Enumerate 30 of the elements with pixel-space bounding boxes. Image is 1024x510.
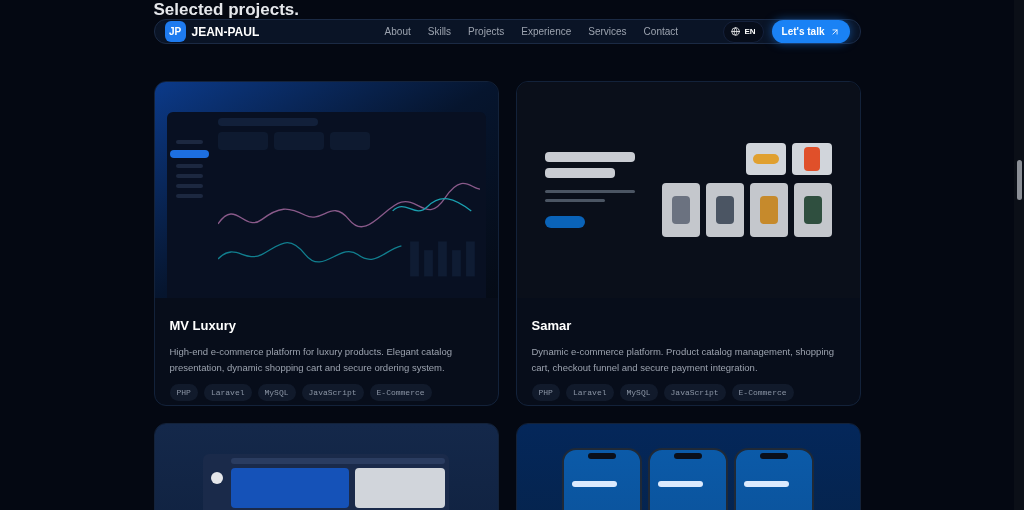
tech-tag: E-Commerce (731, 383, 794, 401)
project-description: High-end e-commerce platform for luxury products. Elegant catalog presentation, dynamic shopping cart and secure ordering system. (169, 344, 453, 375)
tech-tag: Laravel (203, 383, 252, 401)
tech-tag: MySQL (257, 383, 296, 401)
globe-icon (731, 27, 741, 36)
project-title: Samar (531, 317, 573, 335)
nav-link[interactable]: Services (588, 24, 627, 39)
nav-link[interactable]: Skills (427, 24, 452, 39)
project-card[interactable]: MV Luxury High-end e-commerce platform for luxury products. Elegant catalog presentation, dynamic shopping cart and secure ordering system. PHP Laravel MySQL JavaScript E-Commerce (153, 81, 499, 406)
project-title: MV Luxury (169, 317, 237, 335)
lets-talk-button[interactable]: Let's talk (771, 20, 850, 43)
project-description: Dynamic e-commerce platform. Product catalog management, shopping cart, checkout funnel and secure payment integration. (531, 344, 836, 375)
scrollbar-thumb[interactable] (1016, 160, 1022, 200)
nav-link[interactable]: Contact (643, 24, 679, 39)
tech-tag: JavaScript (301, 383, 364, 401)
tech-tag: PHP (169, 383, 198, 401)
section-heading: Selected projects. (153, 0, 299, 19)
nav-link[interactable]: Projects (468, 24, 505, 39)
logo-text[interactable]: JEAN-PAUL (191, 22, 260, 41)
tech-tag: MySQL (619, 383, 658, 401)
tech-tag: Laravel (565, 383, 614, 401)
tech-tag: PHP (531, 383, 560, 401)
tech-tag: E-Commerce (369, 383, 432, 401)
arrow-up-right-icon (829, 26, 840, 37)
tech-tag: JavaScript (663, 383, 726, 401)
logo-badge[interactable]: JP (164, 21, 186, 42)
project-card[interactable]: Samar Dynamic e-commerce platform. Product catalog management, shopping cart, checkout funnel and secure payment integration. PHP Laravel MySQL JavaScript E-Commerce (515, 81, 861, 406)
language-button[interactable]: EN (723, 20, 764, 43)
nav-link[interactable]: About (384, 24, 411, 39)
nav-link[interactable]: Experience (521, 24, 572, 39)
